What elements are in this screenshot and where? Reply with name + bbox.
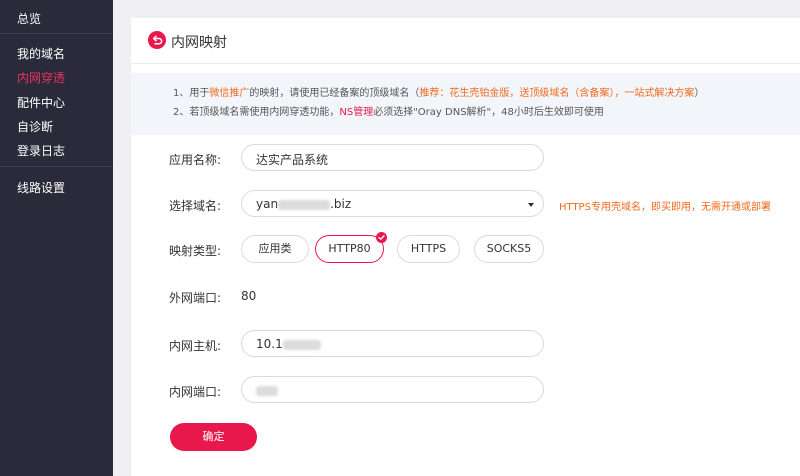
check-icon [376, 232, 387, 243]
panel-header: 内网映射 [131, 18, 800, 64]
domain-value-start: yan [256, 197, 279, 211]
notice-line-1: 1、用于微信推广的映射，请使用已经备案的顶级域名（推荐：花生壳铂金版，送顶级域名… [173, 84, 704, 99]
chevron-down-icon [528, 203, 534, 207]
sidebar-item-self-diagnosis[interactable]: 自诊断 [17, 118, 53, 135]
redacted-blur [282, 339, 321, 350]
sidebar-item-my-domains[interactable]: 我的域名 [17, 45, 65, 62]
back-arrow-icon[interactable] [148, 31, 166, 49]
app-name-input[interactable]: 达实产品系统 [241, 144, 544, 171]
domain-tip: HTTPS专用壳域名，即买即用，无需开通或部署 [559, 202, 771, 213]
app-name-value: 达实产品系统 [256, 153, 329, 167]
sidebar-divider [0, 166, 113, 167]
notice-text: 1、用于 [173, 88, 210, 99]
type-option-label: HTTP80 [328, 242, 371, 255]
redacted-blur [256, 385, 278, 396]
internal-host-label: 内网主机: [169, 339, 222, 353]
sidebar: 总览 我的域名 内网穿透 配件中心 自诊断 登录日志 线路设置 [0, 0, 113, 476]
notice-highlight-link[interactable]: 推荐：花生壳铂金版，送顶级域名（含备案），一站式解决方案 [419, 88, 694, 99]
external-port-value: 80 [241, 289, 257, 303]
sidebar-item-overview[interactable]: 总览 [17, 10, 41, 27]
notice-text: 的映射，请使用已经备案的顶级域名（ [249, 88, 420, 99]
notice-highlight: 微信推广 [209, 88, 250, 99]
type-option-app[interactable]: 应用类 [241, 235, 309, 263]
notice-box: 1、用于微信推广的映射，请使用已经备案的顶级域名（推荐：花生壳铂金版，送顶级域名… [131, 73, 800, 135]
type-option-socks5[interactable]: SOCKS5 [474, 235, 544, 263]
notice-text: ） [694, 88, 705, 99]
sidebar-item-login-log[interactable]: 登录日志 [17, 142, 65, 159]
redacted-blur [278, 199, 331, 210]
sidebar-divider [0, 33, 113, 34]
page-title: 内网映射 [171, 35, 227, 51]
main-panel: 内网映射 1、用于微信推广的映射，请使用已经备案的顶级域名（推荐：花生壳铂金版，… [131, 18, 800, 476]
external-port-label: 外网端口: [169, 291, 222, 305]
domain-label: 选择域名: [169, 199, 222, 213]
domain-value-end: .biz [330, 197, 352, 211]
sidebar-item-intranet-penetration[interactable]: 内网穿透 [17, 69, 65, 86]
internal-host-value-start: 10.1 [256, 337, 283, 351]
notice-text: 2、若顶级域名需使用内网穿透功能， [173, 107, 340, 118]
internal-port-input[interactable] [241, 376, 544, 403]
internal-port-value [256, 383, 278, 397]
internal-host-input[interactable]: 10.1 [241, 330, 544, 357]
app-name-label: 应用名称: [169, 153, 222, 167]
type-option-https[interactable]: HTTPS [397, 235, 460, 263]
domain-value: yan .biz [256, 197, 351, 211]
domain-select[interactable]: yan .biz [241, 190, 544, 217]
sidebar-item-line-settings[interactable]: 线路设置 [17, 179, 65, 196]
type-option-http80[interactable]: HTTP80 [315, 232, 387, 263]
confirm-button[interactable]: 确定 [170, 423, 257, 451]
notice-text: 必须选择"Oray DNS解析"，48小时后生效即可使用 [373, 107, 604, 118]
internal-host-value: 10.1 [256, 337, 321, 351]
sidebar-item-accessory-center[interactable]: 配件中心 [17, 94, 65, 111]
notice-line-2: 2、若顶级域名需使用内网穿透功能，NS管理必须选择"Oray DNS解析"，48… [173, 103, 604, 118]
notice-highlight: NS管理 [339, 107, 374, 118]
internal-port-label: 内网端口: [169, 385, 222, 399]
mapping-type-label: 映射类型: [169, 244, 222, 258]
